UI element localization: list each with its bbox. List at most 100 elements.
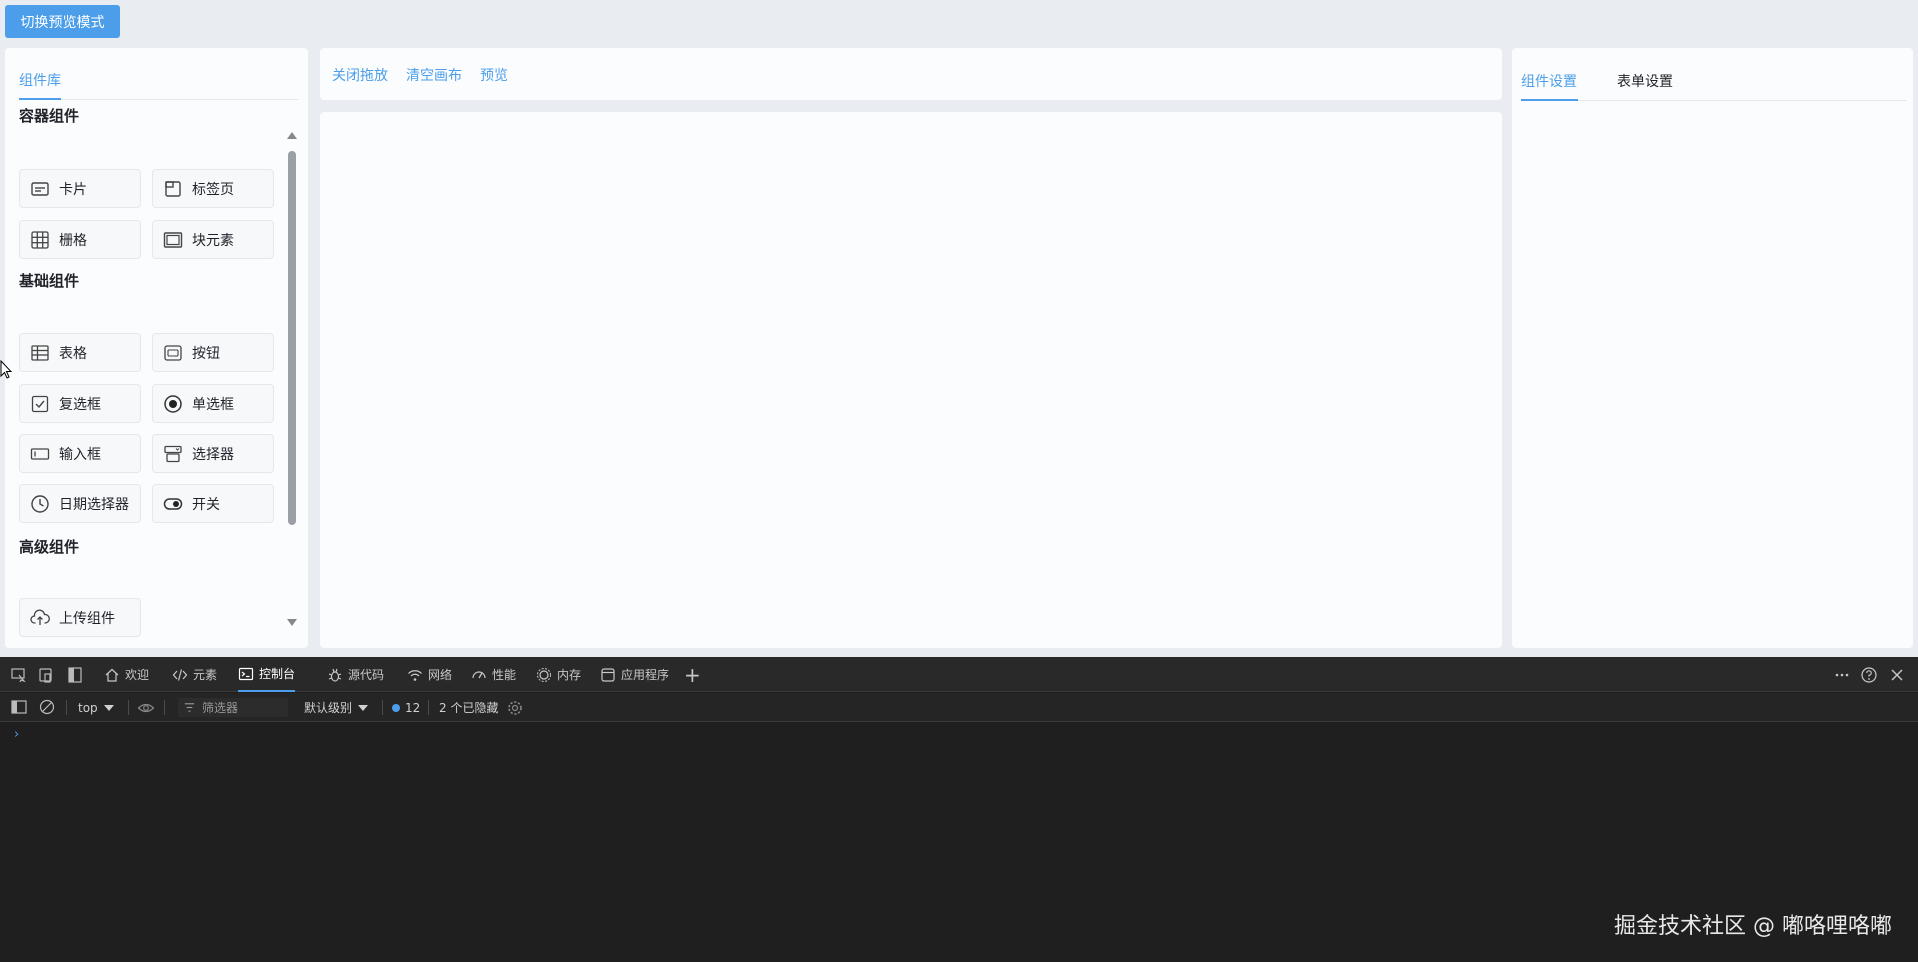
devtools-tab-memory[interactable]: 内存 bbox=[536, 657, 581, 692]
tab-label: 元素 bbox=[193, 668, 218, 682]
devtools-tab-performance[interactable]: 性能 bbox=[471, 657, 516, 692]
filter-input[interactable]: 筛选器 bbox=[178, 698, 288, 717]
block-icon bbox=[163, 231, 183, 248]
clear-canvas-button[interactable]: 清空画布 bbox=[406, 65, 462, 85]
tab-label: 性能 bbox=[492, 668, 517, 682]
card-icon bbox=[31, 181, 49, 196]
component-button[interactable]: 按钮 bbox=[152, 333, 274, 372]
design-canvas[interactable] bbox=[320, 112, 1502, 648]
component-checkbox[interactable]: 复选框 bbox=[19, 384, 141, 423]
separator bbox=[382, 700, 383, 715]
component-label: 卡片 bbox=[59, 181, 87, 198]
input-icon bbox=[30, 447, 50, 460]
component-grid[interactable]: 栅格 bbox=[19, 220, 141, 259]
devtools-tab-network[interactable]: 网络 bbox=[407, 657, 452, 692]
wifi-icon bbox=[408, 669, 422, 681]
component-upload[interactable]: 上传组件 bbox=[19, 598, 141, 637]
message-count-badge[interactable]: 12 bbox=[392, 693, 420, 722]
bug-icon bbox=[328, 668, 342, 682]
settings-panel: 组件设置 表单设置 bbox=[1512, 48, 1913, 648]
home-icon bbox=[105, 668, 119, 682]
tab-component-library[interactable]: 组件库 bbox=[19, 70, 61, 90]
console-icon bbox=[238, 667, 254, 680]
tab-form-settings[interactable]: 表单设置 bbox=[1617, 71, 1673, 91]
grid-icon bbox=[31, 230, 49, 249]
close-icon[interactable] bbox=[1888, 666, 1906, 684]
component-library-panel: 组件库 容器组件 卡片 标签页 栅格 块元素 基础组件 表格 按钮 复选框 单选… bbox=[5, 48, 308, 648]
component-tabs[interactable]: 标签页 bbox=[152, 169, 274, 208]
scroll-up-arrow[interactable] bbox=[287, 132, 297, 139]
tab-component-settings[interactable]: 组件设置 bbox=[1521, 71, 1577, 91]
tabs-icon bbox=[165, 180, 181, 197]
devtools-tab-sources[interactable]: 源代码 bbox=[327, 657, 384, 692]
component-switch[interactable]: 开关 bbox=[152, 484, 274, 523]
context-selector[interactable]: top bbox=[78, 693, 114, 722]
message-icon bbox=[392, 703, 400, 712]
component-card[interactable]: 卡片 bbox=[19, 169, 141, 208]
eye-icon[interactable] bbox=[137, 699, 155, 717]
radio-icon bbox=[164, 394, 182, 413]
checkbox-icon bbox=[31, 395, 49, 412]
preview-button[interactable]: 预览 bbox=[480, 65, 508, 85]
dock-icon[interactable] bbox=[66, 666, 84, 684]
app-area: 切换预览模式 组件库 容器组件 卡片 标签页 栅格 块元素 基础组件 表格 按钮… bbox=[0, 0, 1918, 657]
separator bbox=[164, 700, 165, 715]
component-block[interactable]: 块元素 bbox=[152, 220, 274, 259]
filter-placeholder: 筛选器 bbox=[202, 701, 239, 715]
component-label: 选择器 bbox=[192, 446, 234, 463]
device-toggle-icon[interactable] bbox=[37, 666, 55, 684]
devtools-tab-elements[interactable]: 元素 bbox=[172, 657, 217, 692]
button-icon bbox=[164, 344, 182, 361]
component-radio[interactable]: 单选框 bbox=[152, 384, 274, 423]
message-count: 12 bbox=[405, 700, 421, 715]
devtools-tab-bar: 欢迎 元素 控制台 源代码 网络 性能 内存 应用程序 + bbox=[0, 657, 1918, 692]
component-input[interactable]: 输入框 bbox=[19, 434, 141, 473]
sidebar-toggle-icon[interactable] bbox=[10, 698, 28, 716]
more-icon[interactable] bbox=[1833, 666, 1851, 684]
devtools-tab-console[interactable]: 控制台 bbox=[238, 657, 296, 692]
component-label: 单选框 bbox=[192, 396, 234, 413]
console-toolbar: top 筛选器 默认级别 12 2 个已隐藏 bbox=[0, 693, 1918, 722]
devtools-tab-application[interactable]: 应用程序 bbox=[600, 657, 669, 692]
tab-active-indicator bbox=[19, 98, 61, 100]
console-prompt[interactable]: › bbox=[14, 727, 19, 742]
table-icon bbox=[31, 344, 49, 361]
component-label: 表格 bbox=[59, 345, 87, 362]
context-label: top bbox=[78, 700, 98, 715]
scroll-down-arrow[interactable] bbox=[287, 619, 297, 626]
tab-label: 欢迎 bbox=[125, 668, 150, 682]
clock-icon bbox=[31, 494, 49, 513]
tab-active-indicator bbox=[1521, 99, 1578, 101]
devtools-tab-welcome[interactable]: 欢迎 bbox=[104, 657, 149, 692]
app-icon bbox=[601, 667, 615, 682]
log-level-dropdown[interactable]: 默认级别 bbox=[304, 693, 369, 722]
section-title-advanced: 高级组件 bbox=[19, 538, 80, 556]
memory-icon bbox=[537, 667, 551, 682]
scrollbar-thumb[interactable] bbox=[288, 151, 296, 525]
inspect-icon[interactable] bbox=[10, 666, 28, 684]
help-icon[interactable] bbox=[1860, 666, 1878, 684]
separator bbox=[128, 700, 129, 715]
tab-label: 源代码 bbox=[348, 668, 385, 682]
chevron-down-icon bbox=[103, 704, 114, 711]
close-drag-button[interactable]: 关闭拖放 bbox=[332, 65, 388, 85]
tab-label: 网络 bbox=[428, 668, 453, 682]
component-label: 输入框 bbox=[59, 446, 101, 463]
tab-divider bbox=[1521, 100, 1907, 101]
clear-console-icon[interactable] bbox=[38, 698, 56, 716]
switch-icon bbox=[163, 497, 183, 510]
gear-icon[interactable] bbox=[506, 699, 524, 717]
add-tab-icon[interactable]: + bbox=[684, 663, 701, 687]
filter-icon bbox=[184, 703, 195, 712]
component-date-picker[interactable]: 日期选择器 bbox=[19, 484, 141, 523]
devtools-panel: 欢迎 元素 控制台 源代码 网络 性能 内存 应用程序 + top 筛选器 默认… bbox=[0, 657, 1918, 962]
separator bbox=[428, 700, 429, 715]
canvas-toolbar: 关闭拖放 清空画布 预览 bbox=[320, 48, 1502, 100]
component-label: 按钮 bbox=[192, 345, 220, 362]
tab-label: 应用程序 bbox=[621, 668, 670, 682]
component-label: 复选框 bbox=[59, 396, 101, 413]
select-icon bbox=[164, 445, 182, 462]
component-select[interactable]: 选择器 bbox=[152, 434, 274, 473]
component-table[interactable]: 表格 bbox=[19, 333, 141, 372]
toggle-preview-mode-button[interactable]: 切换预览模式 bbox=[5, 5, 120, 38]
